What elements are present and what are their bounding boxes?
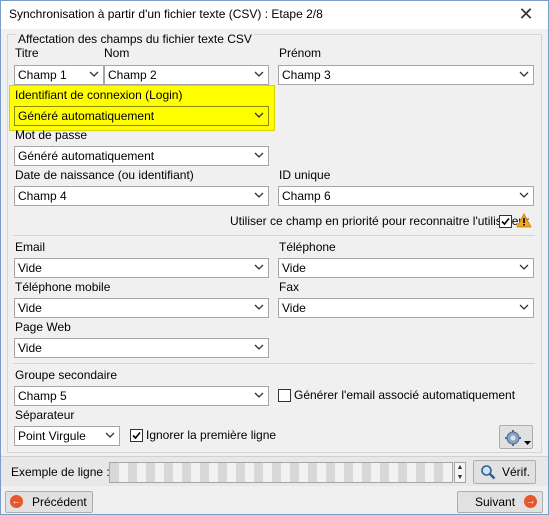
next-button[interactable]: Suivant →	[457, 491, 543, 513]
gear-icon	[504, 429, 522, 450]
birthdate-label: Date de naissance (ou identifiant)	[15, 168, 194, 182]
birthdate-value: Champ 4	[18, 189, 67, 203]
example-line-field[interactable]	[109, 462, 453, 483]
check-icon	[501, 217, 510, 226]
arrow-left-icon: ←	[10, 495, 23, 508]
titre-label: Titre	[15, 46, 39, 60]
webpage-select[interactable]: Vide	[14, 338, 269, 358]
chevron-down-icon	[519, 301, 529, 313]
chevron-down-icon	[519, 261, 529, 273]
magnifier-icon	[480, 464, 496, 483]
secondary-group-select[interactable]: Champ 5	[14, 386, 269, 406]
navigation-bar: ← Précédent Suivant →	[1, 487, 548, 514]
example-spinner[interactable]: ▲ ▼	[454, 462, 466, 483]
phone-select[interactable]: Vide	[278, 258, 534, 278]
unique-id-value: Champ 6	[282, 189, 331, 203]
chevron-down-icon	[254, 68, 264, 80]
webpage-value: Vide	[18, 341, 42, 355]
dialog-window: Synchronisation à partir d'un fichier te…	[0, 0, 549, 515]
example-label: Exemple de ligne :	[11, 465, 110, 479]
unique-id-label: ID unique	[279, 168, 331, 182]
window-title: Synchronisation à partir d'un fichier te…	[9, 7, 323, 21]
nom-label: Nom	[104, 46, 130, 60]
chevron-down-icon	[105, 429, 115, 441]
spinner-up-icon[interactable]: ▲	[455, 463, 465, 473]
password-label: Mot de passe	[15, 128, 88, 142]
check-icon	[132, 431, 141, 440]
password-select[interactable]: Généré automatiquement	[14, 146, 269, 166]
ignore-first-line-label: Ignorer la première ligne	[146, 428, 277, 442]
prenom-value: Champ 3	[282, 68, 331, 82]
secondary-group-label: Groupe secondaire	[15, 368, 118, 382]
chevron-down-icon	[519, 68, 529, 80]
previous-button[interactable]: ← Précédent	[5, 491, 93, 513]
login-value: Généré automatiquement	[18, 109, 155, 123]
gen-email-label: Générer l'email associé automatiquement	[294, 388, 516, 402]
chevron-down-icon	[254, 341, 264, 353]
email-select[interactable]: Vide	[14, 258, 269, 278]
close-icon[interactable]: ✕	[504, 1, 548, 29]
nom-select[interactable]: Champ 2	[104, 65, 269, 85]
chevron-down-icon	[254, 261, 264, 273]
birthdate-select[interactable]: Champ 4	[14, 186, 269, 206]
titre-value: Champ 1	[18, 68, 67, 82]
password-value: Généré automatiquement	[18, 149, 155, 163]
previous-label: Précédent	[32, 495, 87, 509]
mobile-value: Vide	[18, 301, 42, 315]
separator-label: Séparateur	[15, 408, 75, 422]
verify-label: Vérif.	[502, 465, 531, 479]
dialog-body: Affectation des champs du fichier texte …	[1, 29, 548, 514]
secondary-group-value: Champ 5	[18, 389, 67, 403]
prenom-select[interactable]: Champ 3	[278, 65, 534, 85]
chevron-down-icon	[254, 301, 264, 313]
fax-select[interactable]: Vide	[278, 298, 534, 318]
divider	[13, 235, 535, 236]
title-bar: Synchronisation à partir d'un fichier te…	[1, 1, 548, 29]
email-value: Vide	[18, 261, 42, 275]
verify-button[interactable]: Vérif.	[473, 460, 536, 484]
chevron-down-icon	[524, 435, 531, 449]
titre-select[interactable]: Champ 1	[14, 65, 104, 85]
chevron-down-icon	[254, 109, 264, 121]
fax-label: Fax	[279, 280, 300, 294]
ignore-first-line-checkbox[interactable]	[130, 429, 143, 442]
login-label: Identifiant de connexion (Login)	[15, 88, 183, 102]
chevron-down-icon	[254, 389, 264, 401]
nom-value: Champ 2	[108, 68, 157, 82]
chevron-down-icon	[254, 149, 264, 161]
mobile-label: Téléphone mobile	[15, 280, 111, 294]
separator-select[interactable]: Point Virgule	[14, 426, 120, 446]
phone-value: Vide	[282, 261, 306, 275]
divider	[13, 363, 535, 364]
priority-checkbox[interactable]	[499, 215, 512, 228]
arrow-right-icon: →	[524, 495, 537, 508]
email-label: Email	[15, 240, 46, 254]
next-label: Suivant	[475, 495, 516, 509]
example-bar: Exemple de ligne : ▲ ▼ Vérif.	[1, 456, 548, 486]
chevron-down-icon	[89, 68, 99, 80]
chevron-down-icon	[254, 189, 264, 201]
fax-value: Vide	[282, 301, 306, 315]
prenom-label: Prénom	[279, 46, 322, 60]
warning-icon	[516, 213, 532, 231]
chevron-down-icon	[519, 189, 529, 201]
login-select[interactable]: Généré automatiquement	[14, 106, 269, 126]
settings-button[interactable]	[499, 425, 533, 449]
group-title: Affectation des champs du fichier texte …	[16, 32, 254, 46]
gen-email-checkbox[interactable]	[278, 389, 291, 402]
webpage-label: Page Web	[15, 320, 71, 334]
unique-id-select[interactable]: Champ 6	[278, 186, 534, 206]
spinner-down-icon[interactable]: ▼	[455, 473, 465, 483]
priority-label: Utiliser ce champ en priorité pour recon…	[230, 214, 530, 228]
separator-value: Point Virgule	[18, 429, 86, 443]
mobile-select[interactable]: Vide	[14, 298, 269, 318]
phone-label: Téléphone	[279, 240, 336, 254]
